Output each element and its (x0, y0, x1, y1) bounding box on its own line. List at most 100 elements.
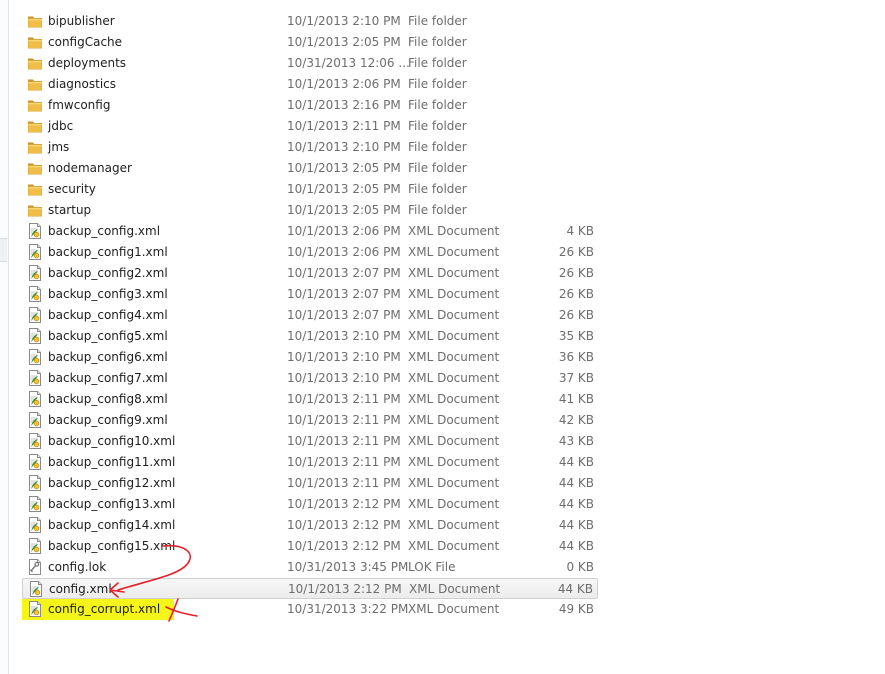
file-name: nodemanager (48, 161, 132, 175)
file-name: jms (48, 140, 70, 154)
file-row[interactable]: backup_config6.xml 10/1/2013 2:10 PM XML D… (22, 347, 598, 368)
name-cell: backup_config6.xml (22, 347, 182, 368)
date-modified: 10/1/2013 2:06 PM (287, 77, 401, 91)
file-size: 37 KB (558, 371, 594, 385)
file-row[interactable]: configCache 10/1/2013 2:05 PM File folder (22, 32, 598, 53)
file-size: 26 KB (558, 266, 594, 280)
file-type: File folder (408, 98, 467, 112)
file-name: backup_config14.xml (48, 518, 176, 532)
name-cell: nodemanager (22, 158, 146, 179)
folder-icon (27, 160, 43, 176)
folder-icon (27, 97, 43, 113)
file-row[interactable]: diagnostics 10/1/2013 2:06 PM File folder (22, 74, 598, 95)
date-modified: 10/1/2013 2:11 PM (287, 455, 401, 469)
file-row[interactable]: backup_config.xml 10/1/2013 2:06 PM XML Do… (22, 221, 598, 242)
file-row[interactable]: backup_config7.xml 10/1/2013 2:10 PM XML D… (22, 368, 598, 389)
file-size: 44 KB (558, 518, 594, 532)
xml-document-icon (27, 475, 43, 491)
xml-document-icon (27, 454, 43, 470)
file-name: backup_config11.xml (48, 455, 176, 469)
lok-file-icon (27, 559, 43, 575)
xml-document-icon (27, 517, 43, 533)
name-cell: backup_config11.xml (22, 452, 189, 473)
file-type: File folder (408, 182, 467, 196)
date-modified: 10/31/2013 12:06 ... (287, 56, 410, 70)
name-cell: backup_config10.xml (22, 431, 189, 452)
file-row[interactable]: nodemanager 10/1/2013 2:05 PM File folder (22, 158, 598, 179)
file-row[interactable]: backup_config14.xml 10/1/2013 2:12 PM XML … (22, 515, 598, 536)
name-cell: configCache (22, 32, 136, 53)
file-row[interactable]: security 10/1/2013 2:05 PM File folder (22, 179, 598, 200)
file-row[interactable]: backup_config12.xml 10/1/2013 2:11 PM XML … (22, 473, 598, 494)
file-row[interactable]: jdbc 10/1/2013 2:11 PM File folder (22, 116, 598, 137)
name-cell: config.xml (23, 579, 126, 600)
left-pane-edge (0, 0, 9, 674)
file-name: backup_config4.xml (48, 308, 168, 322)
file-type: XML Document (408, 245, 500, 259)
file-row[interactable]: config.xml 10/1/2013 2:12 PM XML Document 4… (22, 578, 598, 599)
file-row[interactable]: backup_config9.xml 10/1/2013 2:11 PM XML D… (22, 410, 598, 431)
file-row[interactable]: backup_config4.xml 10/1/2013 2:07 PM XML D… (22, 305, 598, 326)
name-cell: backup_config15.xml (22, 536, 189, 557)
file-row[interactable]: bipublisher 10/1/2013 2:10 PM File folder (22, 11, 598, 32)
file-row[interactable]: backup_config13.xml 10/1/2013 2:12 PM XML … (22, 494, 598, 515)
xml-document-icon (27, 349, 43, 365)
name-cell: jms (22, 137, 83, 158)
date-modified: 10/1/2013 2:07 PM (287, 287, 401, 301)
file-type: XML Document (408, 497, 500, 511)
date-modified: 10/1/2013 2:11 PM (287, 434, 401, 448)
file-type: XML Document (408, 392, 500, 406)
date-modified: 10/1/2013 2:11 PM (287, 413, 401, 427)
file-row[interactable]: deployments 10/31/2013 12:06 ... File fold… (22, 53, 598, 74)
name-cell: backup_config7.xml (22, 368, 182, 389)
file-type: File folder (408, 119, 467, 133)
xml-document-icon (27, 433, 43, 449)
file-name: backup_config1.xml (48, 245, 168, 259)
file-row[interactable]: jms 10/1/2013 2:10 PM File folder (22, 137, 598, 158)
file-row[interactable]: backup_config11.xml 10/1/2013 2:11 PM XML … (22, 452, 598, 473)
file-size: 42 KB (558, 413, 594, 427)
file-row[interactable]: backup_config15.xml 10/1/2013 2:12 PM XML … (22, 536, 598, 557)
xml-document-icon (27, 370, 43, 386)
file-name: config.lok (48, 560, 107, 574)
xml-document-icon (27, 412, 43, 428)
file-type: XML Document (408, 350, 500, 364)
name-cell: backup_config14.xml (22, 515, 189, 536)
file-row[interactable]: config.lok 10/31/2013 3:45 PM LOK File 0 KB (22, 557, 598, 578)
file-row[interactable]: backup_config1.xml 10/1/2013 2:06 PM XML D… (22, 242, 598, 263)
folder-icon (27, 139, 43, 155)
file-type: XML Document (408, 287, 500, 301)
file-size: 44 KB (557, 582, 593, 596)
file-name: backup_config15.xml (48, 539, 176, 553)
file-row[interactable]: backup_config5.xml 10/1/2013 2:10 PM XML D… (22, 326, 598, 347)
pane-splitter-handle[interactable] (0, 238, 7, 262)
file-row[interactable]: startup 10/1/2013 2:05 PM File folder (22, 200, 598, 221)
xml-document-icon (27, 496, 43, 512)
name-cell: config_corrupt.xml (22, 599, 175, 620)
date-modified: 10/1/2013 2:11 PM (287, 476, 401, 490)
file-size: 35 KB (558, 329, 594, 343)
xml-document-icon (27, 307, 43, 323)
file-row[interactable]: backup_config8.xml 10/1/2013 2:11 PM XML D… (22, 389, 598, 410)
file-type: XML Document (408, 518, 500, 532)
file-type: File folder (408, 203, 467, 217)
file-type: XML Document (408, 539, 500, 553)
file-type: File folder (408, 140, 467, 154)
folder-icon (27, 55, 43, 71)
file-name: backup_config12.xml (48, 476, 176, 490)
file-size: 26 KB (558, 308, 594, 322)
file-type: XML Document (408, 266, 500, 280)
file-row[interactable]: backup_config2.xml 10/1/2013 2:07 PM XML D… (22, 263, 598, 284)
file-row[interactable]: config_corrupt.xml 10/31/2013 3:22 PM XML … (22, 599, 598, 620)
file-type: LOK File (408, 560, 456, 574)
name-cell: fmwconfig (22, 95, 124, 116)
file-name: bipublisher (48, 14, 115, 28)
file-name: backup_config13.xml (48, 497, 176, 511)
name-cell: backup_config9.xml (22, 410, 182, 431)
file-size: 49 KB (558, 602, 594, 616)
date-modified: 10/1/2013 2:05 PM (287, 182, 401, 196)
file-type: File folder (408, 14, 467, 28)
file-row[interactable]: fmwconfig 10/1/2013 2:16 PM File folder (22, 95, 598, 116)
file-row[interactable]: backup_config3.xml 10/1/2013 2:07 PM XML D… (22, 284, 598, 305)
file-row[interactable]: backup_config10.xml 10/1/2013 2:11 PM XML … (22, 431, 598, 452)
